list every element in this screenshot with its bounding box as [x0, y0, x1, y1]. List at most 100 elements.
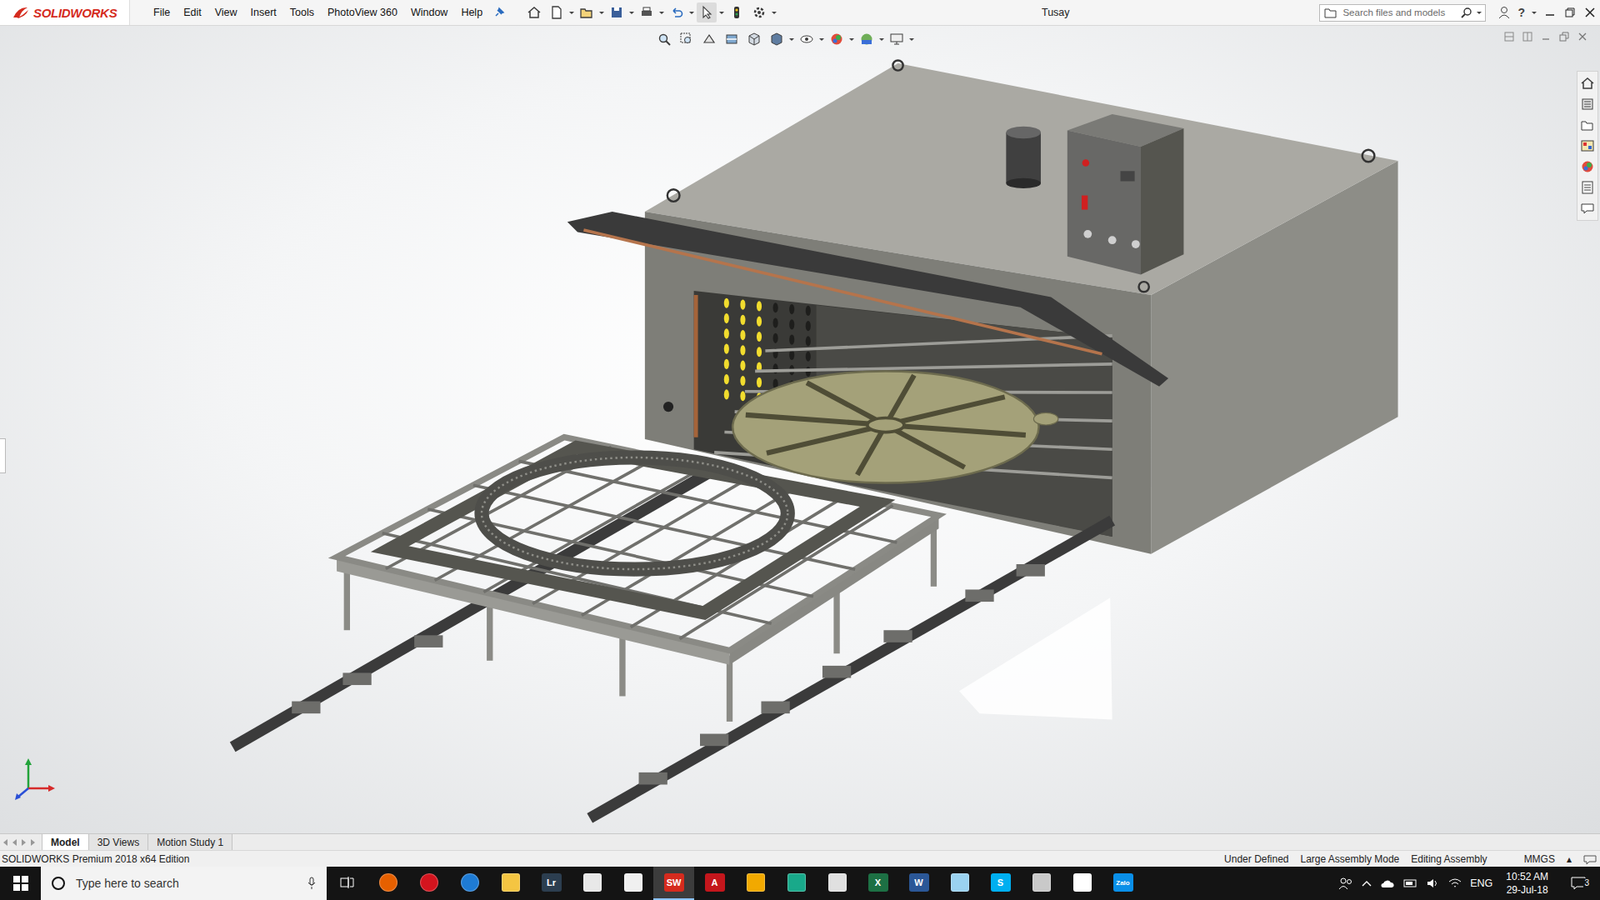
section-button[interactable]	[721, 29, 742, 50]
taskbar-app[interactable]: Lr	[530, 866, 572, 900]
dropdown-arrow-icon[interactable]	[819, 35, 825, 44]
dropdown-arrow-icon[interactable]	[689, 8, 695, 17]
tab-scroll-0-icon[interactable]	[1, 838, 10, 847]
menu-item[interactable]: View	[208, 4, 245, 21]
view-tab[interactable]: Model	[41, 834, 90, 850]
task-pane-parts-tab[interactable]	[1579, 94, 1596, 115]
view-tab[interactable]: 3D Views	[88, 834, 149, 850]
view-button[interactable]	[744, 29, 765, 50]
motor[interactable]	[1005, 126, 1041, 189]
control-box[interactable]	[1067, 114, 1185, 275]
taskbar-app[interactable]: A	[694, 866, 735, 900]
taskbar-app[interactable]	[408, 866, 450, 900]
people-icon[interactable]	[1338, 876, 1354, 890]
taskbar-app[interactable]	[490, 866, 531, 900]
menu-item[interactable]: PhotoView 360	[320, 4, 405, 21]
pin-button[interactable]	[489, 2, 510, 23]
wifi-icon[interactable]	[1448, 877, 1462, 890]
taskbar-app[interactable]	[612, 866, 654, 900]
microphone-icon[interactable]	[306, 876, 317, 890]
tab-scroll-3-icon[interactable]	[29, 838, 37, 847]
taskbar-app[interactable]	[775, 866, 817, 900]
dropdown-arrow-icon[interactable]	[1476, 8, 1482, 17]
user-icon[interactable]	[1497, 5, 1511, 20]
menu-item[interactable]: Edit	[176, 4, 209, 21]
close-icon[interactable]	[1583, 5, 1597, 20]
clock[interactable]: 10:52 AM29-Jul-18	[1500, 870, 1554, 897]
task-pane-palette-tab[interactable]	[1579, 135, 1596, 156]
taskbar-app[interactable]	[367, 866, 409, 900]
assembly-model[interactable]	[0, 25, 1600, 834]
action-center-button[interactable]: 3	[1561, 875, 1595, 891]
units-selector[interactable]: MMGS	[1524, 853, 1555, 865]
dropdown-arrow-icon[interactable]	[849, 35, 855, 44]
task-pane-folder-tab[interactable]	[1579, 115, 1596, 135]
dropdown-arrow-icon[interactable]	[719, 8, 725, 17]
search-box[interactable]: Search files and models	[1319, 4, 1486, 22]
dropdown-arrow-icon[interactable]	[569, 8, 575, 17]
dropdown-arrow-icon[interactable]	[659, 8, 665, 17]
appearance-button[interactable]	[826, 29, 847, 50]
oven-door[interactable]	[567, 211, 1169, 387]
dropdown-arrow-icon[interactable]	[629, 8, 635, 17]
menu-item[interactable]: Insert	[244, 4, 284, 21]
task-view-button[interactable]	[326, 866, 368, 900]
menu-item[interactable]: Help	[454, 4, 490, 21]
zoom-button[interactable]	[654, 29, 675, 50]
taskbar-app[interactable]	[816, 866, 858, 900]
graphics-area[interactable]	[0, 25, 1600, 834]
select-button[interactable]	[696, 2, 717, 23]
tab-scroll-1-icon[interactable]	[10, 838, 19, 847]
taskbar-app[interactable]: W	[898, 866, 940, 900]
taskbar-app[interactable]: SW	[653, 866, 695, 900]
zoomarea-button[interactable]	[676, 29, 697, 50]
doc-restore-icon[interactable]	[1558, 30, 1570, 43]
scene-button[interactable]	[856, 29, 877, 50]
status-popup-icon[interactable]	[1583, 853, 1597, 865]
taskbar-app[interactable]: S	[980, 866, 1021, 900]
input-language[interactable]: ENG	[1470, 877, 1493, 890]
taskbar-app[interactable]	[1061, 866, 1103, 900]
help-button[interactable]: ?	[1517, 5, 1525, 20]
new-button[interactable]	[546, 2, 567, 23]
menu-item[interactable]: Window	[404, 4, 455, 21]
task-pane-chat-tab[interactable]	[1579, 198, 1596, 219]
dropdown-arrow-icon[interactable]	[789, 35, 795, 44]
feature-manager-handle[interactable]	[0, 438, 6, 474]
solidworks-logo[interactable]: SOLIDWORKS	[0, 0, 130, 25]
doc-tile-v-icon[interactable]	[1521, 30, 1534, 43]
battery-icon[interactable]	[1403, 878, 1419, 889]
view-tab[interactable]: Motion Study 1	[147, 834, 233, 850]
doc-close-icon[interactable]	[1576, 30, 1589, 43]
turntable[interactable]	[732, 370, 1059, 483]
taskbar-app[interactable]: Zalo	[1102, 866, 1144, 900]
taskbar-app[interactable]	[571, 866, 613, 900]
dropdown-arrow-icon[interactable]	[909, 35, 915, 44]
open-button[interactable]	[576, 2, 597, 23]
taskbar-app[interactable]	[735, 866, 776, 900]
taskbar-app[interactable]	[1020, 866, 1062, 900]
display-button[interactable]	[766, 29, 787, 50]
cloud-icon[interactable]	[1380, 877, 1395, 890]
minimize-icon[interactable]	[1543, 5, 1557, 20]
undo-button[interactable]	[666, 2, 687, 23]
dropdown-arrow-icon[interactable]	[771, 8, 777, 17]
menu-item[interactable]: Tools	[283, 4, 321, 21]
options-button[interactable]	[749, 2, 770, 23]
hide-button[interactable]	[796, 29, 817, 50]
cart[interactable]	[336, 437, 939, 722]
tab-scroll-2-icon[interactable]	[20, 838, 28, 847]
print-button[interactable]	[636, 2, 657, 23]
taskbar-app[interactable]	[939, 866, 980, 900]
show-hidden-icons-icon[interactable]	[1361, 879, 1372, 888]
doc-minimize-icon[interactable]	[1540, 30, 1552, 43]
save-button[interactable]	[606, 2, 627, 23]
menu-item[interactable]: File	[146, 4, 177, 21]
task-pane-appearance-tab[interactable]	[1579, 156, 1596, 177]
task-pane-home-tab[interactable]	[1579, 73, 1596, 94]
taskbar-app[interactable]: X	[857, 866, 899, 900]
doc-tile-h-icon[interactable]	[1503, 30, 1515, 43]
dropdown-arrow-icon[interactable]	[599, 8, 605, 17]
dropdown-arrow-icon[interactable]	[1531, 8, 1537, 17]
start-button[interactable]	[0, 866, 41, 900]
